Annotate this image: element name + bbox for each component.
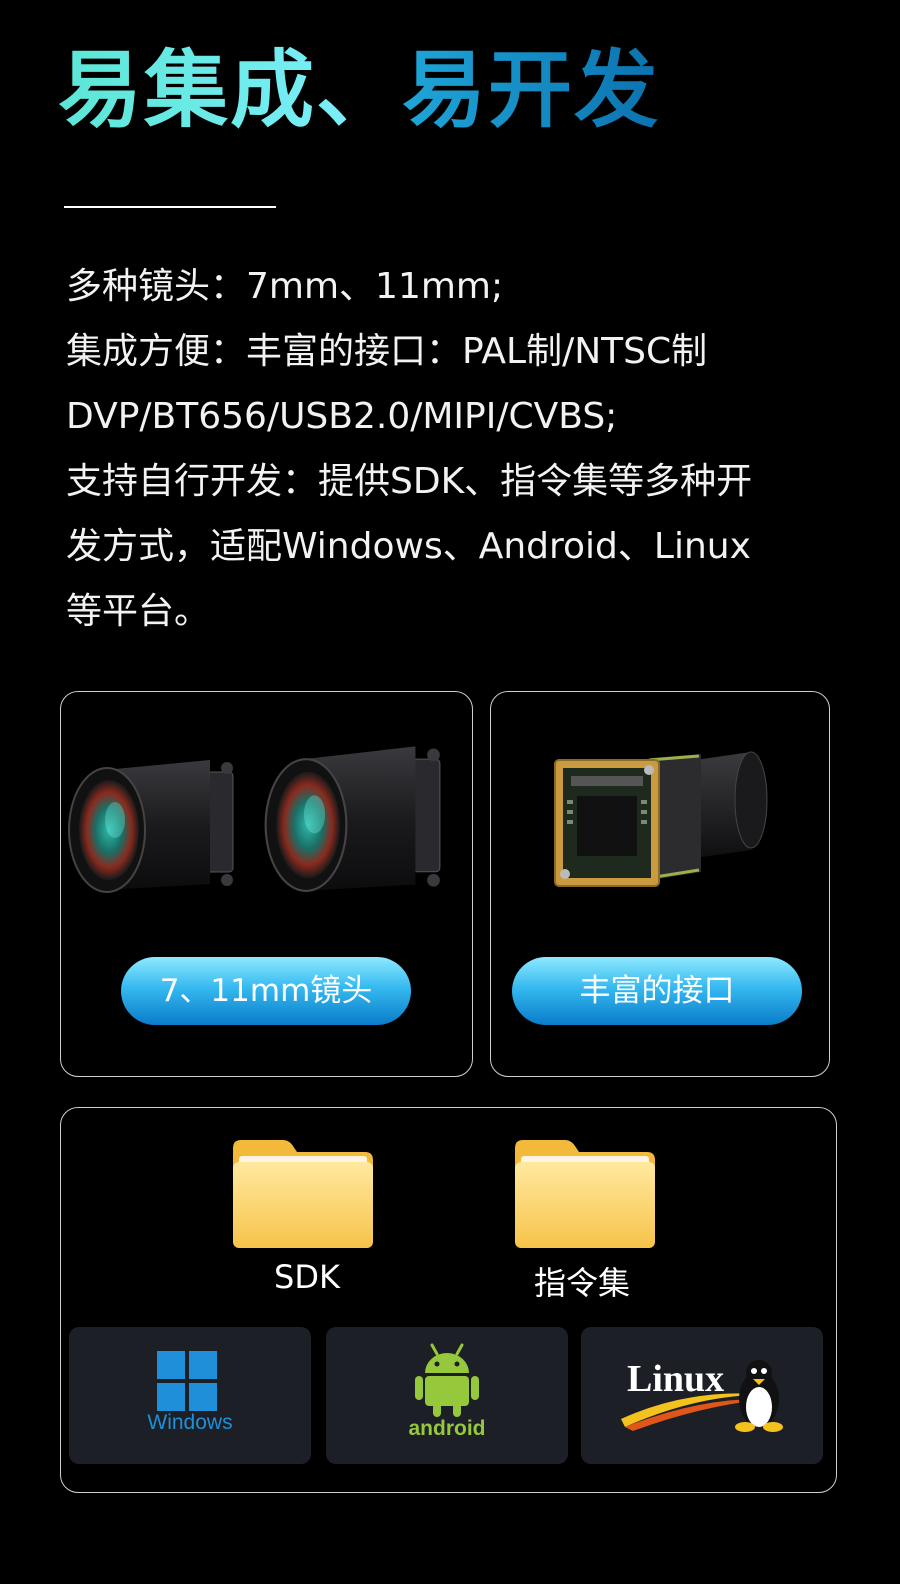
platform-windows-label: Windows	[147, 1411, 233, 1434]
headline-divider	[64, 206, 276, 208]
desc-line: DVP/BT656/USB2.0/MIPI/CVBS;	[66, 396, 618, 437]
lens-card: 7、11mm镜头	[60, 691, 473, 1077]
folder-icon[interactable]	[513, 1138, 657, 1250]
software-card: SDK 指令集 Windows android Linux	[60, 1107, 837, 1493]
folder-label-command-set: 指令集	[533, 1264, 630, 1302]
platform-android-label: android	[408, 1417, 486, 1440]
platform-windows-tile[interactable]: Windows	[69, 1327, 311, 1464]
platform-linux-tile[interactable]: Linux	[581, 1327, 823, 1464]
windows-logo-icon	[157, 1351, 217, 1411]
camera-lens-icon	[68, 760, 234, 893]
headline-part-1: 易集成、	[58, 41, 403, 139]
lens-label-button[interactable]: 7、11mm镜头	[121, 957, 411, 1025]
platform-linux-label: Linux	[627, 1358, 725, 1400]
page-headline: 易集成、易开发	[58, 40, 660, 140]
desc-line: 多种镜头：7mm、11mm;	[66, 266, 504, 307]
camera-lens-icon	[264, 746, 441, 892]
folder-label-sdk: SDK	[274, 1258, 340, 1296]
feature-description: 多种镜头：7mm、11mm; 集成方便：丰富的接口：PAL制/NTSC制 DVP…	[66, 254, 836, 644]
interface-card: 丰富的接口	[490, 691, 830, 1077]
desc-line: 集成方便：丰富的接口：PAL制/NTSC制	[66, 331, 708, 372]
platform-android-tile[interactable]: android	[326, 1327, 568, 1464]
desc-line: 发方式，适配Windows、Android、Linux	[66, 526, 751, 567]
android-logo-icon	[415, 1343, 479, 1417]
headline-part-2: 易开发	[402, 41, 661, 139]
interface-label-button[interactable]: 丰富的接口	[512, 957, 802, 1025]
desc-line: 支持自行开发：提供SDK、指令集等多种开	[66, 461, 753, 502]
folder-icon[interactable]	[231, 1138, 375, 1250]
camera-module-icon	[554, 751, 768, 887]
desc-line: 等平台。	[66, 591, 211, 632]
